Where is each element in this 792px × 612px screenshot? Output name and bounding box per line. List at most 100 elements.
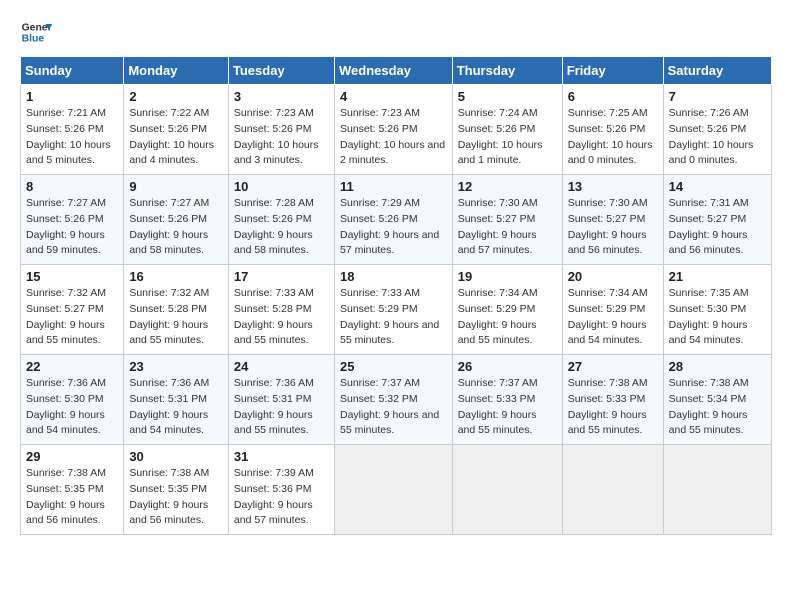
header-sunday: Sunday bbox=[21, 57, 124, 85]
page-header: General Blue bbox=[20, 16, 772, 48]
calendar-cell: 29Sunrise: 7:38 AMSunset: 5:35 PMDayligh… bbox=[21, 445, 124, 535]
calendar-cell: 7 Sunrise: 7:26 AMSunset: 5:26 PMDaylight… bbox=[663, 85, 771, 175]
day-info: Sunrise: 7:38 AMSunset: 5:35 PMDaylight:… bbox=[129, 467, 209, 526]
day-number: 3 bbox=[234, 89, 329, 104]
day-info: Sunrise: 7:36 AMSunset: 5:30 PMDaylight:… bbox=[26, 377, 106, 436]
calendar-cell: 8 Sunrise: 7:27 AMSunset: 5:26 PMDaylight… bbox=[21, 175, 124, 265]
calendar-table: SundayMondayTuesdayWednesdayThursdayFrid… bbox=[20, 56, 772, 535]
calendar-cell bbox=[334, 445, 452, 535]
day-number: 30 bbox=[129, 449, 223, 464]
calendar-week-row: 1 Sunrise: 7:21 AMSunset: 5:26 PMDaylight… bbox=[21, 85, 772, 175]
day-number: 26 bbox=[458, 359, 557, 374]
day-number: 28 bbox=[669, 359, 766, 374]
day-info: Sunrise: 7:21 AMSunset: 5:26 PMDaylight:… bbox=[26, 107, 111, 166]
day-info: Sunrise: 7:34 AMSunset: 5:29 PMDaylight:… bbox=[458, 287, 538, 346]
calendar-cell: 9 Sunrise: 7:27 AMSunset: 5:26 PMDaylight… bbox=[124, 175, 229, 265]
calendar-cell bbox=[663, 445, 771, 535]
day-info: Sunrise: 7:39 AMSunset: 5:36 PMDaylight:… bbox=[234, 467, 314, 526]
calendar-cell: 24 Sunrise: 7:36 AMSunset: 5:31 PMDayligh… bbox=[228, 355, 334, 445]
day-info: Sunrise: 7:29 AMSunset: 5:26 PMDaylight:… bbox=[340, 197, 439, 256]
day-number: 21 bbox=[669, 269, 766, 284]
day-number: 8 bbox=[26, 179, 118, 194]
calendar-week-row: 8 Sunrise: 7:27 AMSunset: 5:26 PMDaylight… bbox=[21, 175, 772, 265]
day-number: 7 bbox=[669, 89, 766, 104]
calendar-cell: 4Sunrise: 7:23 AMSunset: 5:26 PMDaylight… bbox=[334, 85, 452, 175]
day-number: 2 bbox=[129, 89, 223, 104]
calendar-cell: 30 Sunrise: 7:38 AMSunset: 5:35 PMDayligh… bbox=[124, 445, 229, 535]
day-number: 1 bbox=[26, 89, 118, 104]
day-info: Sunrise: 7:33 AMSunset: 5:29 PMDaylight:… bbox=[340, 287, 439, 346]
calendar-cell: 17 Sunrise: 7:33 AMSunset: 5:28 PMDayligh… bbox=[228, 265, 334, 355]
calendar-cell: 11 Sunrise: 7:29 AMSunset: 5:26 PMDayligh… bbox=[334, 175, 452, 265]
day-number: 27 bbox=[568, 359, 658, 374]
day-number: 15 bbox=[26, 269, 118, 284]
day-info: Sunrise: 7:23 AMSunset: 5:26 PMDaylight:… bbox=[340, 107, 445, 166]
calendar-cell: 26 Sunrise: 7:37 AMSunset: 5:33 PMDayligh… bbox=[452, 355, 562, 445]
calendar-cell: 1 Sunrise: 7:21 AMSunset: 5:26 PMDaylight… bbox=[21, 85, 124, 175]
header-thursday: Thursday bbox=[452, 57, 562, 85]
day-info: Sunrise: 7:25 AMSunset: 5:26 PMDaylight:… bbox=[568, 107, 653, 166]
calendar-cell bbox=[452, 445, 562, 535]
day-number: 12 bbox=[458, 179, 557, 194]
calendar-cell: 6 Sunrise: 7:25 AMSunset: 5:26 PMDaylight… bbox=[562, 85, 663, 175]
header-tuesday: Tuesday bbox=[228, 57, 334, 85]
calendar-cell: 5 Sunrise: 7:24 AMSunset: 5:26 PMDaylight… bbox=[452, 85, 562, 175]
calendar-cell: 23 Sunrise: 7:36 AMSunset: 5:31 PMDayligh… bbox=[124, 355, 229, 445]
header-saturday: Saturday bbox=[663, 57, 771, 85]
day-info: Sunrise: 7:38 AMSunset: 5:34 PMDaylight:… bbox=[669, 377, 749, 436]
day-info: Sunrise: 7:31 AMSunset: 5:27 PMDaylight:… bbox=[669, 197, 749, 256]
calendar-cell: 3 Sunrise: 7:23 AMSunset: 5:26 PMDaylight… bbox=[228, 85, 334, 175]
calendar-week-row: 22 Sunrise: 7:36 AMSunset: 5:30 PMDayligh… bbox=[21, 355, 772, 445]
day-info: Sunrise: 7:26 AMSunset: 5:26 PMDaylight:… bbox=[669, 107, 754, 166]
calendar-cell: 18 Sunrise: 7:33 AMSunset: 5:29 PMDayligh… bbox=[334, 265, 452, 355]
day-info: Sunrise: 7:22 AMSunset: 5:26 PMDaylight:… bbox=[129, 107, 214, 166]
calendar-cell: 21 Sunrise: 7:35 AMSunset: 5:30 PMDayligh… bbox=[663, 265, 771, 355]
day-number: 11 bbox=[340, 179, 447, 194]
day-info: Sunrise: 7:24 AMSunset: 5:26 PMDaylight:… bbox=[458, 107, 543, 166]
day-number: 17 bbox=[234, 269, 329, 284]
day-number: 24 bbox=[234, 359, 329, 374]
calendar-cell: 31 Sunrise: 7:39 AMSunset: 5:36 PMDayligh… bbox=[228, 445, 334, 535]
day-number: 5 bbox=[458, 89, 557, 104]
calendar-cell: 14 Sunrise: 7:31 AMSunset: 5:27 PMDayligh… bbox=[663, 175, 771, 265]
day-number: 23 bbox=[129, 359, 223, 374]
day-number: 14 bbox=[669, 179, 766, 194]
day-number: 22 bbox=[26, 359, 118, 374]
day-number: 16 bbox=[129, 269, 223, 284]
calendar-cell: 16Sunrise: 7:32 AMSunset: 5:28 PMDayligh… bbox=[124, 265, 229, 355]
svg-text:Blue: Blue bbox=[22, 34, 45, 45]
day-number: 6 bbox=[568, 89, 658, 104]
logo: General Blue bbox=[20, 16, 52, 48]
calendar-cell: 19 Sunrise: 7:34 AMSunset: 5:29 PMDayligh… bbox=[452, 265, 562, 355]
calendar-cell: 15Sunrise: 7:32 AMSunset: 5:27 PMDayligh… bbox=[21, 265, 124, 355]
day-number: 20 bbox=[568, 269, 658, 284]
day-info: Sunrise: 7:30 AMSunset: 5:27 PMDaylight:… bbox=[458, 197, 538, 256]
calendar-cell: 25Sunrise: 7:37 AMSunset: 5:32 PMDayligh… bbox=[334, 355, 452, 445]
day-info: Sunrise: 7:38 AMSunset: 5:33 PMDaylight:… bbox=[568, 377, 648, 436]
calendar-cell: 13Sunrise: 7:30 AMSunset: 5:27 PMDayligh… bbox=[562, 175, 663, 265]
day-number: 19 bbox=[458, 269, 557, 284]
day-number: 9 bbox=[129, 179, 223, 194]
day-info: Sunrise: 7:36 AMSunset: 5:31 PMDaylight:… bbox=[129, 377, 209, 436]
calendar-cell: 27 Sunrise: 7:38 AMSunset: 5:33 PMDayligh… bbox=[562, 355, 663, 445]
day-number: 31 bbox=[234, 449, 329, 464]
day-info: Sunrise: 7:36 AMSunset: 5:31 PMDaylight:… bbox=[234, 377, 314, 436]
day-number: 13 bbox=[568, 179, 658, 194]
day-info: Sunrise: 7:28 AMSunset: 5:26 PMDaylight:… bbox=[234, 197, 314, 256]
day-number: 29 bbox=[26, 449, 118, 464]
calendar-week-row: 29 Sunrise: 7:38 AMSunset: 5:35 PMDayligh… bbox=[21, 445, 772, 535]
header-friday: Friday bbox=[562, 57, 663, 85]
day-info: Sunrise: 7:35 AMSunset: 5:30 PMDaylight:… bbox=[669, 287, 749, 346]
day-number: 18 bbox=[340, 269, 447, 284]
calendar-cell: 20Sunrise: 7:34 AMSunset: 5:29 PMDayligh… bbox=[562, 265, 663, 355]
day-info: Sunrise: 7:23 AMSunset: 5:26 PMDaylight:… bbox=[234, 107, 319, 166]
day-info: Sunrise: 7:33 AMSunset: 5:28 PMDaylight:… bbox=[234, 287, 314, 346]
calendar-header-row: SundayMondayTuesdayWednesdayThursdayFrid… bbox=[21, 57, 772, 85]
header-monday: Monday bbox=[124, 57, 229, 85]
calendar-cell bbox=[562, 445, 663, 535]
logo-icon: General Blue bbox=[20, 16, 52, 48]
day-info: Sunrise: 7:27 AMSunset: 5:26 PMDaylight:… bbox=[26, 197, 106, 256]
day-info: Sunrise: 7:37 AMSunset: 5:33 PMDaylight:… bbox=[458, 377, 538, 436]
day-info: Sunrise: 7:27 AMSunset: 5:26 PMDaylight:… bbox=[129, 197, 209, 256]
calendar-cell: 28 Sunrise: 7:38 AMSunset: 5:34 PMDayligh… bbox=[663, 355, 771, 445]
